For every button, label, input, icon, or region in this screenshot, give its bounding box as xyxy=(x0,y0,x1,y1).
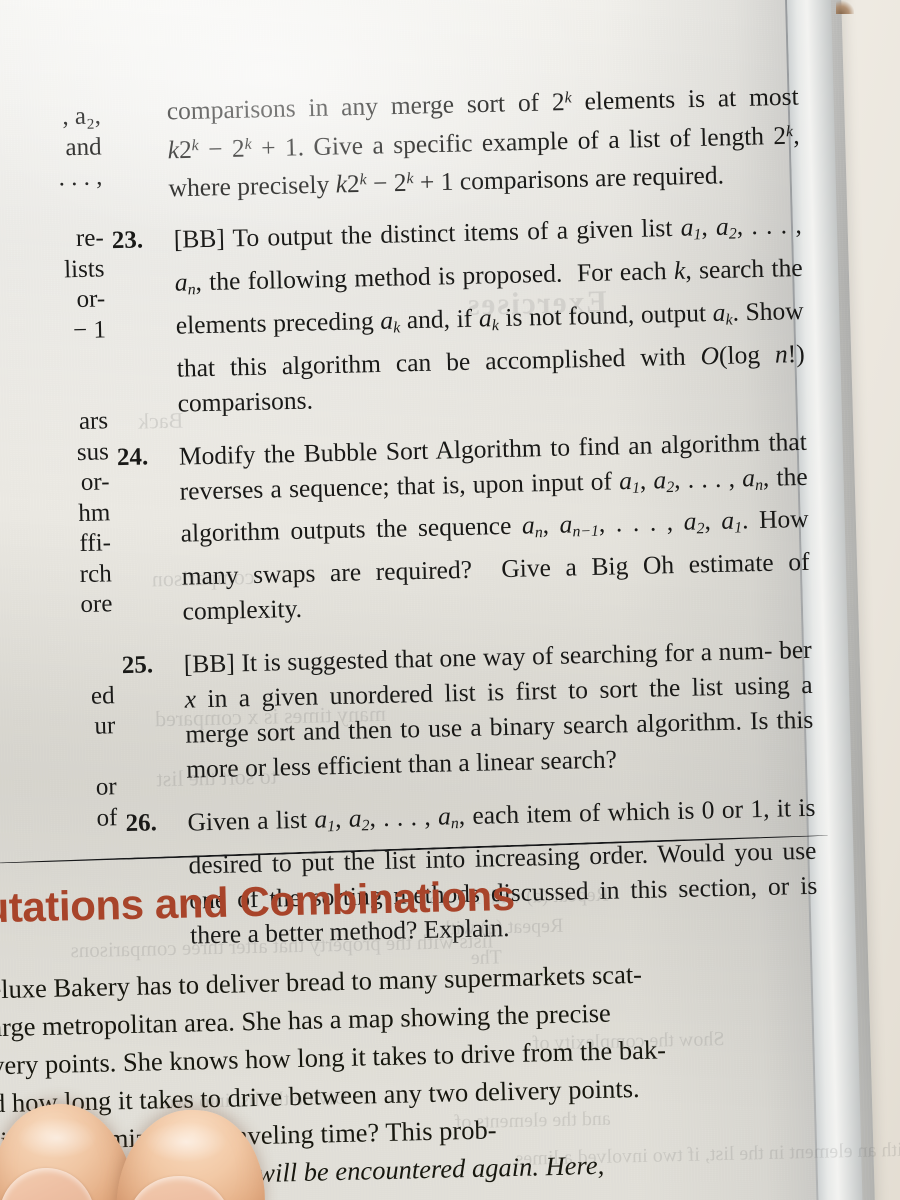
finger-highlight xyxy=(146,1122,226,1162)
margin-fragment: ars xyxy=(78,408,109,436)
margin-spacer xyxy=(0,744,116,777)
margin-fragment: ffi- xyxy=(79,530,112,558)
left-margin-clipped-column: , a₂, and . . . , re- lists or- − 1 ars … xyxy=(0,103,118,838)
exercise-text: Modify the Bubble Sort Algorithm to find… xyxy=(178,426,810,627)
margin-fragment: , a₂, xyxy=(61,103,102,131)
exercise-number: 24. xyxy=(116,442,149,471)
continued-paragraph: comparisons in any merge sort of 2k elem… xyxy=(166,81,800,203)
exercise-number: 25. xyxy=(121,651,154,680)
margin-fragment: rch xyxy=(79,560,112,588)
margin-fragment: ore xyxy=(80,591,113,619)
margin-fragment: or- xyxy=(80,469,110,496)
margin-fragment: lists xyxy=(63,255,105,283)
exercise-item: 25. [BB] It is suggested that one way of… xyxy=(121,632,814,788)
margin-fragment: ed xyxy=(90,682,115,710)
margin-spacer xyxy=(0,622,114,655)
margin-spacer xyxy=(0,347,107,380)
margin-fragment: . . . , xyxy=(58,164,103,192)
margin-fragment: and xyxy=(65,133,102,161)
exercise-tag: [BB] xyxy=(183,648,236,680)
margin-fragment: − 1 xyxy=(72,316,107,344)
margin-fragment: ur xyxy=(94,713,116,740)
margin-spacer xyxy=(0,195,103,228)
margin-fragment: re- xyxy=(75,225,105,253)
margin-fragment: of xyxy=(96,804,118,832)
exercise-item: 24. Modify the Bubble Sort Algorithm to … xyxy=(116,423,810,630)
exercise-number: 23. xyxy=(111,226,144,254)
margin-fragment: or xyxy=(95,774,117,801)
margin-fragment: or- xyxy=(76,286,106,314)
exercise-item: 23. [BB] To output the distinct items of… xyxy=(111,207,805,422)
exercise-text: [BB] It is suggested that one way of sea… xyxy=(183,635,814,784)
exercise-tag: [BB] xyxy=(173,223,226,254)
page-content: Exercises Back comparison many times is … xyxy=(0,0,900,1200)
screenshot-root: Exercises Back comparison many times is … xyxy=(0,0,900,1200)
finger-highlight xyxy=(18,1118,96,1158)
margin-fragment: hm xyxy=(77,499,111,527)
margin-spacer xyxy=(0,652,114,685)
exercise-text: [BB] To output the distinct items of a g… xyxy=(173,209,805,418)
margin-spacer xyxy=(0,378,108,411)
margin-fragment: sus xyxy=(76,438,110,466)
